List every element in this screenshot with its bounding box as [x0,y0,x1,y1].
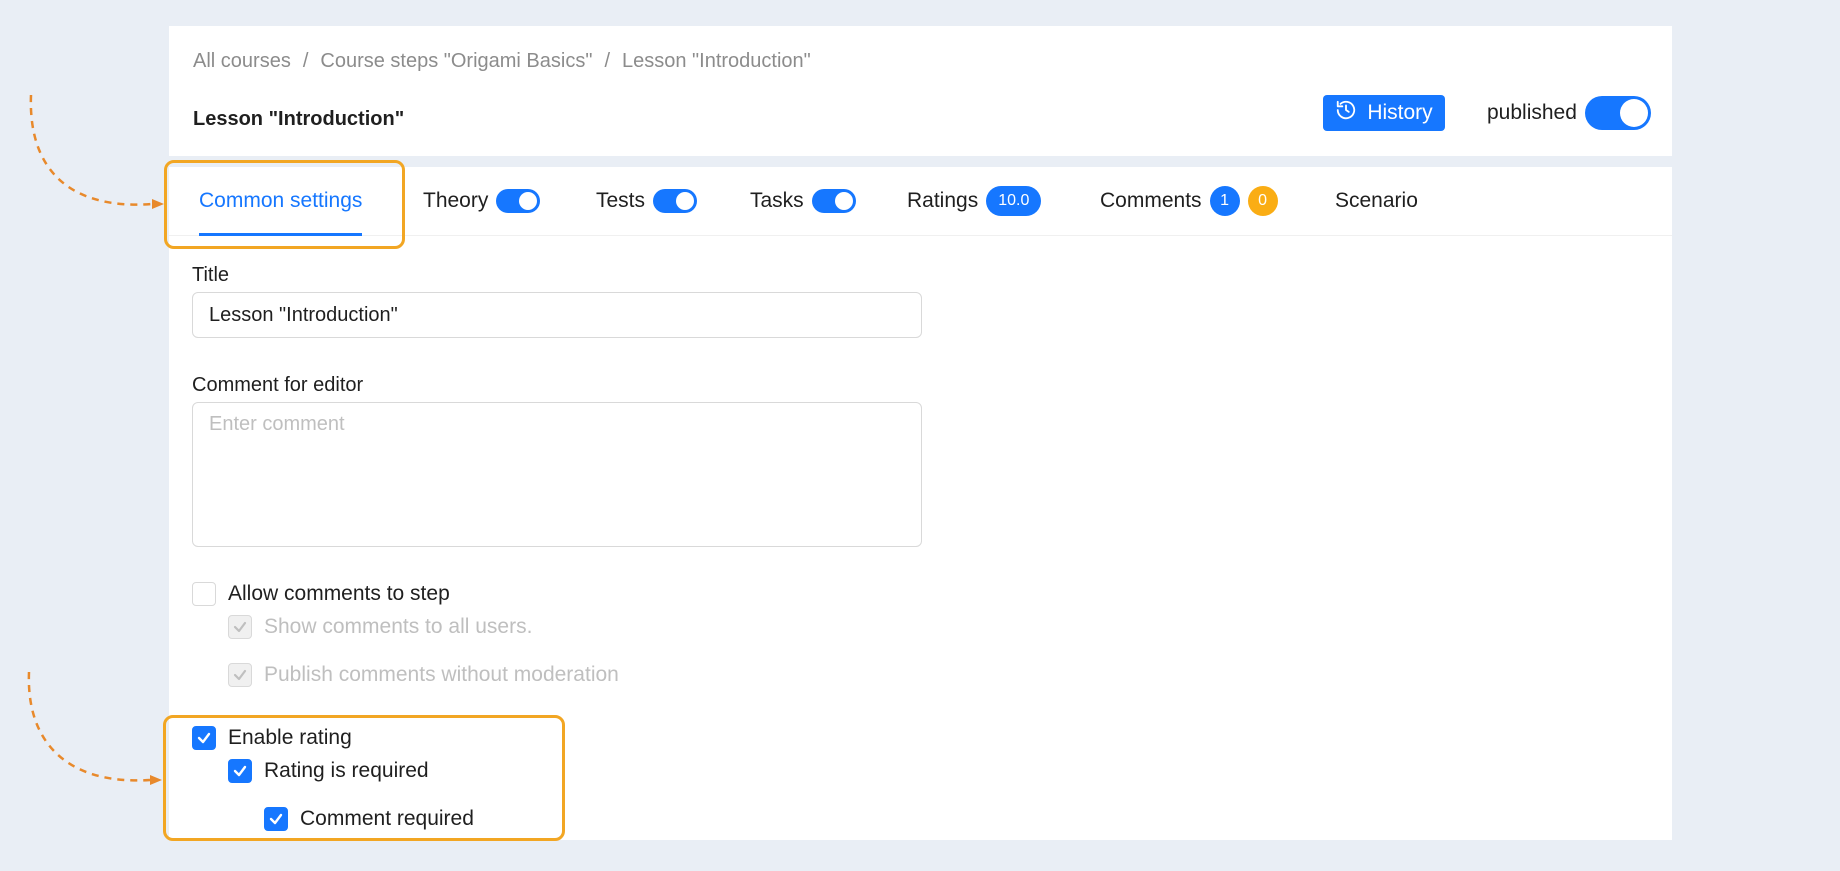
tab-label: Comments [1100,189,1202,212]
tab-label: Ratings [907,189,979,212]
breadcrumb: All courses / Course steps "Origami Basi… [193,50,811,73]
rating-required-checkbox[interactable] [228,759,252,783]
page-title: Lesson "Introduction" [193,108,405,130]
show-comments-row: Show comments to all users. [228,615,532,639]
publish-comments-checkbox [228,663,252,687]
tasks-toggle[interactable] [811,189,856,213]
tab-theory[interactable]: Theory [423,167,541,235]
breadcrumb-course-steps[interactable]: Course steps "Origami Basics" [320,50,592,73]
comments-pending-badge: 0 [1247,186,1278,216]
publish-comments-row: Publish comments without moderation [228,663,619,687]
published-toggle[interactable] [1584,96,1651,130]
arrow-to-rating-settings [27,671,151,782]
check-icon [269,813,283,825]
breadcrumb-lesson: Lesson "Introduction" [622,50,811,72]
tab-scenario[interactable]: Scenario [1335,167,1418,235]
allow-comments-checkbox[interactable] [192,582,216,606]
tab-label: Tasks [750,189,804,212]
enable-rating-checkbox[interactable] [192,726,216,750]
title-label: Title [192,264,230,286]
theory-toggle[interactable] [496,189,541,213]
history-label: History [1367,101,1433,124]
comment-required-row[interactable]: Comment required [264,807,474,831]
show-comments-label: Show comments to all users. [264,615,533,638]
breadcrumb-separator: / [604,50,610,72]
settings-panel: Common settings Theory Tests Tasks Ratin… [169,167,1672,840]
allow-comments-row[interactable]: Allow comments to step [192,582,450,606]
tab-label: Scenario [1335,189,1418,212]
published-label: published [1487,101,1577,124]
arrowhead-icon [150,775,162,785]
tab-label: Tests [596,189,646,212]
published-control: published [1487,96,1651,130]
check-icon [233,765,247,777]
arrow-to-common-settings [29,94,153,206]
comment-required-label: Comment required [300,807,474,830]
comment-required-checkbox[interactable] [264,807,288,831]
comments-count-badge: 1 [1209,186,1240,216]
tab-ratings[interactable]: Ratings 10.0 [907,167,1042,235]
breadcrumb-all-courses[interactable]: All courses [193,50,291,73]
enable-rating-row[interactable]: Enable rating [192,726,352,750]
history-button[interactable]: History [1323,95,1445,131]
rating-required-row[interactable]: Rating is required [228,759,429,783]
tab-common-settings[interactable]: Common settings [199,167,363,236]
breadcrumb-separator: / [302,50,309,72]
check-icon [233,621,247,633]
enable-rating-label: Enable rating [228,726,352,749]
tab-comments[interactable]: Comments 1 0 [1100,167,1278,235]
tests-toggle[interactable] [653,189,698,213]
title-input[interactable]: Lesson "Introduction" [192,292,922,338]
rating-required-label: Rating is required [264,759,429,782]
comment-textarea[interactable]: Enter comment [192,402,922,547]
comment-label: Comment for editor [192,374,364,396]
tab-bar: Common settings Theory Tests Tasks Ratin… [169,167,1672,236]
ratings-badge: 10.0 [986,186,1042,216]
page-header: All courses / Course steps "Origami Basi… [169,26,1672,156]
allow-comments-label: Allow comments to step [228,582,450,605]
tab-label: Theory [423,189,489,212]
publish-comments-label: Publish comments without moderation [264,663,619,686]
show-comments-checkbox [228,615,252,639]
arrowhead-icon [152,199,164,209]
tab-label: Common settings [199,189,363,212]
tab-tasks[interactable]: Tasks [750,167,856,235]
check-icon [197,732,211,744]
tab-tests[interactable]: Tests [596,167,698,235]
check-icon [233,669,247,681]
history-icon [1335,99,1357,127]
